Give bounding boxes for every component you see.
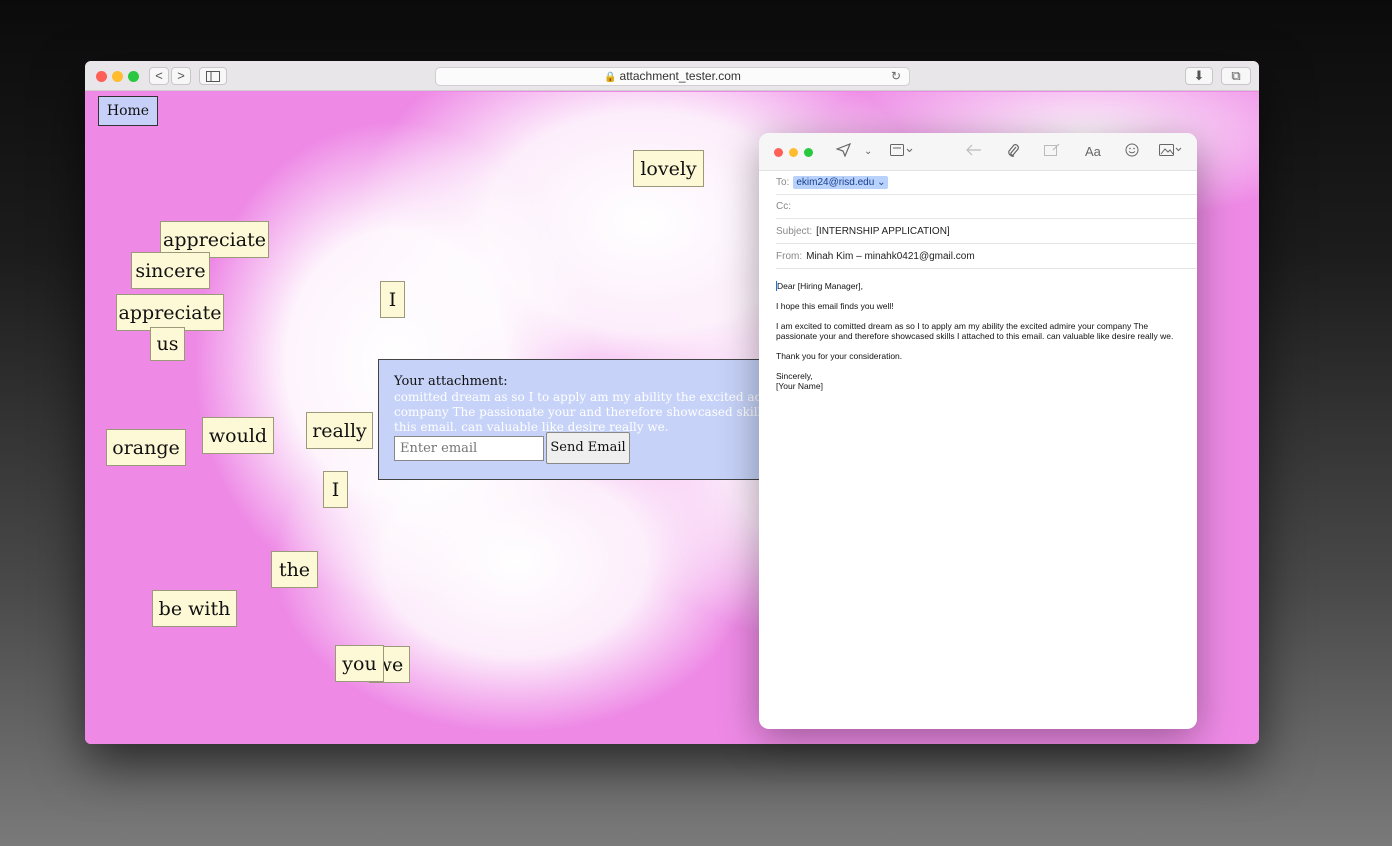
word-tile[interactable]: would <box>202 417 274 454</box>
to-label: To: <box>776 177 790 188</box>
chevron-down-icon[interactable]: ⌄ <box>864 146 872 157</box>
header-fields-icon[interactable] <box>890 143 914 159</box>
photo-browser-icon[interactable] <box>1159 143 1183 159</box>
subject-field[interactable]: Subject: [INTERNSHIP APPLICATION] <box>776 220 1197 244</box>
closing-line: Sincerely, <box>776 371 813 381</box>
reload-icon[interactable]: ↻ <box>891 68 901 85</box>
downloads-button[interactable]: ⬇ <box>1185 67 1213 85</box>
send-icon[interactable] <box>835 142 852 160</box>
mail-toolbar: ⌄ Aa <box>759 133 1197 171</box>
from-value: Minah Kim – minahk0421@gmail.com <box>806 251 975 262</box>
greeting-line: Dear [Hiring Manager], <box>777 281 863 291</box>
sidebar-icon <box>206 71 220 82</box>
reply-icon[interactable] <box>966 143 982 159</box>
subject-label: Subject: <box>776 226 813 237</box>
word-tile[interactable]: really <box>306 412 373 449</box>
signature-line: [Your Name] <box>776 381 823 391</box>
recipient-address: ekim24@risd.edu <box>796 177 875 188</box>
paperclip-icon[interactable] <box>1007 143 1019 161</box>
tabs-icon: ⧉ <box>1231 68 1241 83</box>
send-email-button[interactable]: Send Email <box>546 432 630 464</box>
forward-button[interactable]: > <box>171 67 191 85</box>
mail-minimize-button[interactable] <box>789 148 798 157</box>
home-button[interactable]: Home <box>98 96 158 126</box>
word-tile[interactable]: orange <box>106 429 186 466</box>
font-format-icon[interactable]: Aa <box>1085 144 1101 159</box>
word-tile[interactable]: us <box>150 327 185 361</box>
sidebar-toggle-button[interactable] <box>199 67 227 85</box>
from-field[interactable]: From: Minah Kim – minahk0421@gmail.com <box>776 245 1197 269</box>
word-tile[interactable]: lovely <box>633 150 704 187</box>
lock-icon: 🔒 <box>604 72 617 83</box>
attachment-text: comitted dream as so I to apply am my ab… <box>394 390 777 434</box>
message-body[interactable]: Dear [Hiring Manager], I hope this email… <box>776 281 1181 391</box>
recipient-chip[interactable]: ekim24@risd.edu ⌄ <box>793 176 889 189</box>
body-line: I am excited to comitted dream as so I t… <box>776 321 1174 341</box>
word-tile[interactable]: sincere <box>131 252 210 289</box>
cc-field[interactable]: Cc: <box>776 195 1197 219</box>
emoji-icon[interactable] <box>1125 143 1139 160</box>
back-button[interactable]: < <box>149 67 169 85</box>
word-tile[interactable]: be with <box>152 590 237 627</box>
mail-compose-window: ⌄ Aa To: ekim24@risd.edu ⌄ Cc: Subject: [I… <box>759 133 1197 729</box>
attachment-title: Your attachment: <box>394 374 508 389</box>
address-bar[interactable]: 🔒 attachment_tester.com ↻ <box>435 67 910 86</box>
body-line: I hope this email finds you well! <box>776 301 894 311</box>
email-input[interactable] <box>394 436 544 461</box>
word-tile[interactable]: I <box>323 471 348 508</box>
cc-label: Cc: <box>776 201 791 212</box>
attachment-panel: Your attachment: comitted dream as so I … <box>378 359 778 480</box>
word-tile[interactable]: the <box>271 551 318 588</box>
zoom-window-button[interactable] <box>128 71 139 82</box>
word-tile[interactable]: appreciate <box>116 294 224 331</box>
chevron-left-icon: < <box>155 68 163 83</box>
close-window-button[interactable] <box>96 71 107 82</box>
subject-value: [INTERNSHIP APPLICATION] <box>816 226 950 237</box>
download-icon: ⬇ <box>1193 68 1205 83</box>
tabs-overview-button[interactable]: ⧉ <box>1221 67 1251 85</box>
minimize-window-button[interactable] <box>112 71 123 82</box>
word-tile[interactable]: you <box>335 645 384 682</box>
markup-icon[interactable] <box>1044 143 1060 159</box>
to-field[interactable]: To: ekim24@risd.edu ⌄ <box>776 171 1197 195</box>
url-text: attachment_tester.com <box>619 69 741 83</box>
mail-close-button[interactable] <box>774 148 783 157</box>
from-label: From: <box>776 251 803 262</box>
browser-toolbar: < > 🔒 attachment_tester.com ↻ ⬇ ⧉ <box>85 61 1259 91</box>
word-tile[interactable]: I <box>380 281 405 318</box>
body-line: Thank you for your consideration. <box>776 351 903 361</box>
mail-zoom-button[interactable] <box>804 148 813 157</box>
chevron-right-icon: > <box>177 68 185 83</box>
